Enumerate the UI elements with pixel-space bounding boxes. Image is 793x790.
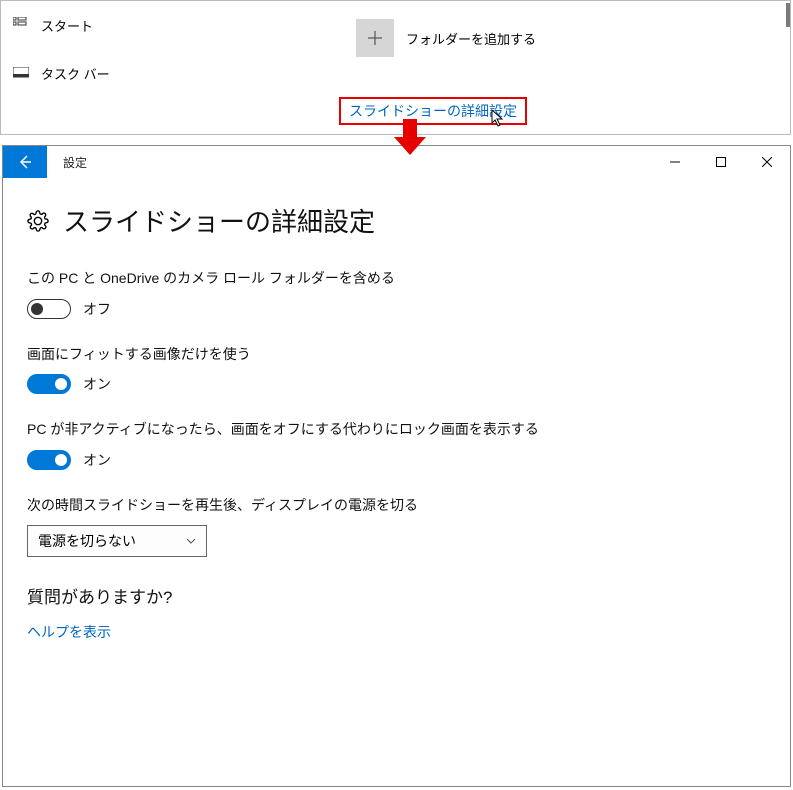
dropdown-value: 電源を切らない [38, 531, 136, 551]
setting-include-folders: この PC と OneDrive のカメラ ロール フォルダーを含める オフ [27, 269, 567, 319]
scrollbar[interactable] [786, 3, 790, 27]
annotation-arrow-icon [390, 119, 430, 157]
setting-label: PC が非アクティブになったら、画面をオフにする代わりにロック画面を表示する [27, 420, 567, 440]
toggle-state-text: オフ [83, 299, 111, 319]
minimize-icon [670, 157, 680, 167]
setting-label: この PC と OneDrive のカメラ ロール フォルダーを含める [27, 269, 567, 289]
maximize-icon [716, 157, 726, 167]
help-link[interactable]: ヘルプを表示 [27, 622, 766, 642]
mouse-cursor-icon [491, 109, 505, 130]
setting-label: 次の時間スライドショーを再生後、ディスプレイの電源を切る [27, 496, 567, 516]
window-title: 設定 [63, 154, 87, 171]
add-folder-button[interactable] [356, 19, 394, 57]
toggle-state-text: オン [83, 374, 111, 394]
taskbar-icon [13, 65, 29, 81]
settings-nav: スタート タスク バー [13, 9, 173, 105]
settings-content: スライドショーの詳細設定 この PC と OneDrive のカメラ ロール フ… [3, 178, 790, 642]
toggle-state-text: オン [83, 450, 111, 470]
settings-window: 設定 スライドショーの詳細設定 この PC と O [2, 145, 791, 787]
chevron-down-icon [186, 536, 196, 547]
minimize-button[interactable] [652, 146, 698, 178]
toggle-include-folders[interactable] [27, 299, 71, 319]
turn-off-display-dropdown[interactable]: 電源を切らない [27, 525, 207, 557]
arrow-left-icon [17, 154, 33, 170]
close-icon [762, 157, 772, 167]
background-settings-panel: スタート タスク バー フォルダーを追加する スライドショーの詳細設定 [0, 0, 791, 135]
toggle-lock-screen[interactable] [27, 450, 71, 470]
start-icon [13, 17, 29, 33]
close-button[interactable] [744, 146, 790, 178]
setting-fit-images: 画面にフィットする画像だけを使う オン [27, 345, 567, 395]
nav-item-start[interactable]: スタート [13, 9, 173, 41]
add-folder-label: フォルダーを追加する [406, 29, 536, 48]
nav-item-label: タスク バー [41, 64, 110, 83]
nav-item-taskbar[interactable]: タスク バー [13, 57, 173, 89]
page-title: スライドショーの詳細設定 [63, 202, 375, 239]
page-header: スライドショーの詳細設定 [27, 202, 766, 239]
window-controls [652, 146, 790, 178]
setting-lock-screen: PC が非アクティブになったら、画面をオフにする代わりにロック画面を表示する オ… [27, 420, 567, 470]
setting-turn-off-display: 次の時間スライドショーを再生後、ディスプレイの電源を切る 電源を切らない [27, 496, 567, 558]
maximize-button[interactable] [698, 146, 744, 178]
plus-icon [367, 30, 383, 46]
setting-label: 画面にフィットする画像だけを使う [27, 345, 567, 365]
nav-item-label: スタート [41, 16, 93, 35]
help-heading: 質問がありますか? [27, 583, 766, 608]
gear-icon [27, 210, 49, 232]
toggle-fit-images[interactable] [27, 374, 71, 394]
back-button[interactable] [3, 146, 47, 178]
